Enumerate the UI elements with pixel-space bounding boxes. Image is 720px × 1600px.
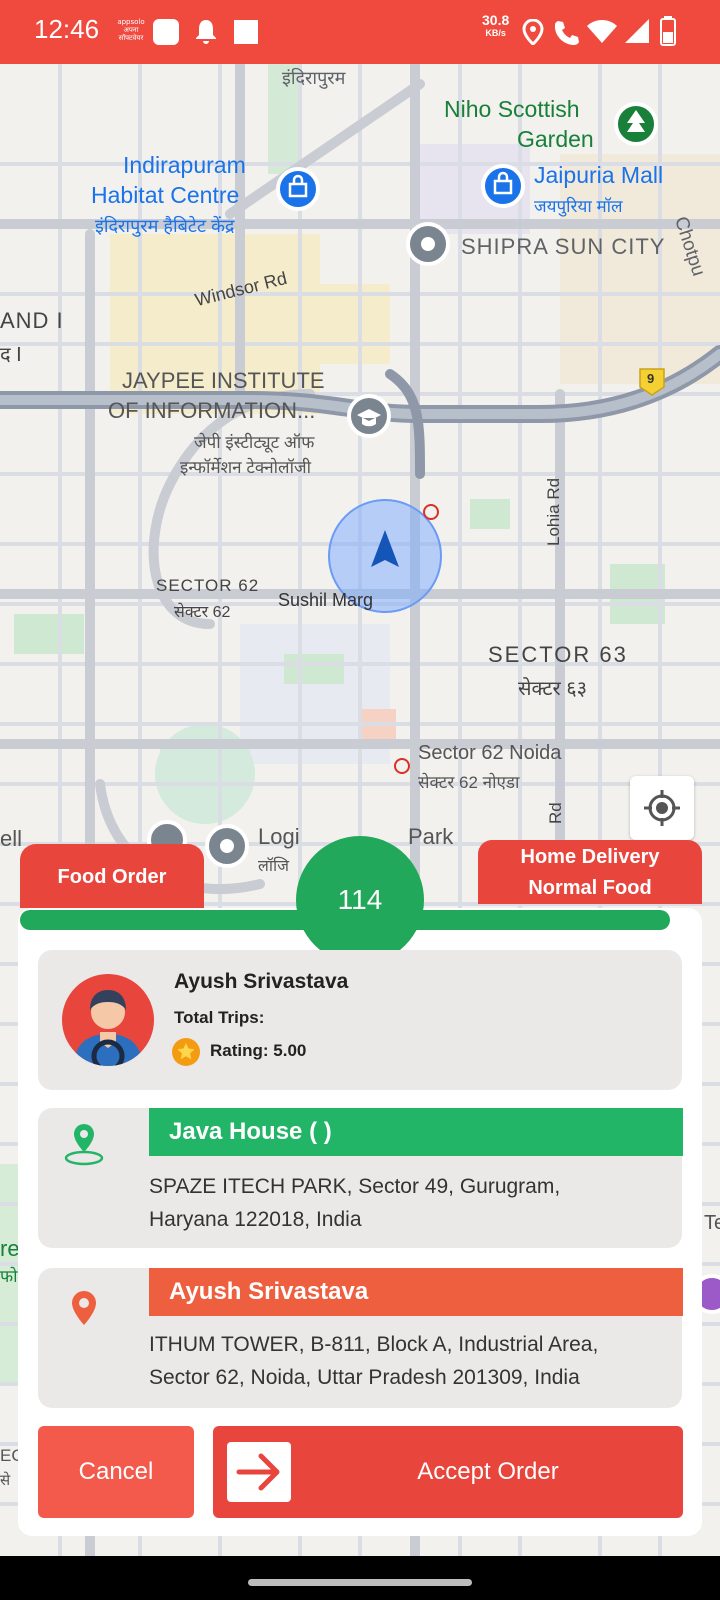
map-label: Logi [258, 824, 300, 849]
drop-address-line-2: Sector 62, Noida, Uttar Pradesh 201309, … [149, 1366, 580, 1389]
square-icon [234, 20, 258, 44]
map-label: लॉजि [258, 858, 290, 875]
battery-icon [660, 16, 676, 46]
delivery-type-line-1: Home Delivery [520, 846, 660, 868]
status-time: 12:46 [34, 14, 100, 44]
poi-pin-habitat [276, 167, 320, 211]
speed-value: 30.8 [482, 12, 510, 28]
crosshair-icon [644, 790, 680, 826]
map-label: Sector 62 Noida [418, 742, 562, 764]
cancel-button[interactable]: Cancel [38, 1426, 194, 1518]
map-label: इंदिरापुरम हैबिटेट केंद्र [95, 216, 235, 236]
drop-pin-icon [72, 1291, 96, 1325]
speed-unit: KB/s [485, 28, 506, 38]
pickup-restaurant-name: Java House ( ) [149, 1108, 683, 1156]
poi-pin-niho [614, 102, 658, 146]
my-location-button[interactable] [630, 776, 694, 840]
map-label: Te [704, 1212, 720, 1234]
map-label: Niho Scottish [444, 96, 580, 122]
drop-address: ITHUM TOWER, B-811, Block A, Industrial … [149, 1328, 679, 1394]
map-label: OF INFORMATION... [108, 398, 316, 423]
pickup-address-line-1: SPAZE ITECH PARK, Sector 49, Gurugram, [149, 1175, 561, 1198]
app-note-label-2: अपना सॉफ्टवेयर [118, 26, 144, 42]
map-label: इन्फॉर्मेशन टेक्नोलॉजी [180, 458, 311, 477]
highway-number: 9 [647, 371, 655, 386]
map-label: Park [408, 824, 454, 849]
map-label: द I [0, 344, 22, 366]
map-label: AND I [0, 308, 64, 333]
app-notification-icon: appsolo अपना सॉफ्टवेयर [114, 18, 148, 44]
map-label: Indirapuram [123, 152, 246, 178]
map-label: सेक्टर ६३ [518, 678, 588, 700]
driver-total-trips: Total Trips: [174, 1008, 265, 1027]
pickup-pin-icon [64, 1124, 104, 1166]
gesture-handle[interactable] [248, 1579, 472, 1586]
map-label: SHIPRA SUN CITY [461, 234, 666, 259]
poi-pin-shipra [406, 222, 450, 266]
poi-pin-jaipuria [481, 164, 525, 208]
map-label: ell [0, 826, 23, 851]
map-label: Garden [517, 126, 594, 152]
arrow-right-icon[interactable] [227, 1442, 291, 1502]
wifi-call-icon [554, 21, 579, 45]
network-speed: 30.8 KB/s [482, 12, 510, 40]
notification-square-icon [153, 19, 179, 45]
app-note-label-1: appsolo [117, 18, 145, 26]
tab-delivery-type: Home Delivery Normal Food [478, 840, 702, 904]
map-label: फो [0, 1267, 18, 1286]
poi-pin-jaypee [347, 394, 391, 438]
system-nav-bar [0, 1556, 720, 1600]
star-icon [172, 1038, 200, 1066]
bell-icon [196, 20, 216, 44]
pickup-address-line-2: Haryana 122018, India [149, 1208, 362, 1231]
map-label: इंदिरापुरम [282, 68, 346, 88]
map-label: SECTOR 63 [488, 642, 628, 667]
driver-avatar [62, 974, 154, 1066]
poi-pin-logix [205, 824, 249, 868]
delivery-type-line-2: Normal Food [528, 877, 652, 899]
map-label: सेक्टर 62 [174, 604, 231, 621]
map-label: से [0, 1472, 11, 1489]
map-label: जेपी इंस्टीट्यूट ऑफ [194, 433, 315, 452]
map-label: Sushil Marg [278, 590, 374, 610]
pickup-address: SPAZE ITECH PARK, Sector 49, Gurugram, H… [149, 1170, 679, 1236]
map-label: जयपुरिया मॉल [534, 197, 623, 216]
map-label: Jaipuria Mall [534, 162, 664, 188]
accept-order-button[interactable]: Accept Order [213, 1426, 683, 1518]
driver-rating: Rating: 5.00 [210, 1041, 307, 1060]
map-label: re [0, 1236, 20, 1261]
map-label: SECTOR 62 [156, 576, 260, 595]
countdown-timer: 114 [296, 836, 424, 964]
driver-name: Ayush Srivastava [174, 970, 349, 993]
drop-customer-name: Ayush Srivastava [149, 1268, 683, 1316]
map-label: Rd [546, 802, 565, 824]
status-bar: 12:46 appsolo अपना सॉफ्टवेयर 30.8 KB/s [0, 0, 720, 64]
location-icon [522, 19, 544, 45]
drop-address-line-1: ITHUM TOWER, B-811, Block A, Industrial … [149, 1333, 599, 1356]
map-label: JAYPEE INSTITUTE [122, 368, 325, 393]
wifi-icon [587, 20, 617, 43]
map-label: सेक्टर 62 नोएडा [418, 773, 520, 792]
map-label: Lohia Rd [544, 477, 563, 546]
signal-icon [625, 19, 649, 43]
accept-order-label: Accept Order [417, 1458, 559, 1485]
tab-food-order: Food Order [20, 844, 204, 908]
map-label: Habitat Centre [91, 182, 240, 208]
